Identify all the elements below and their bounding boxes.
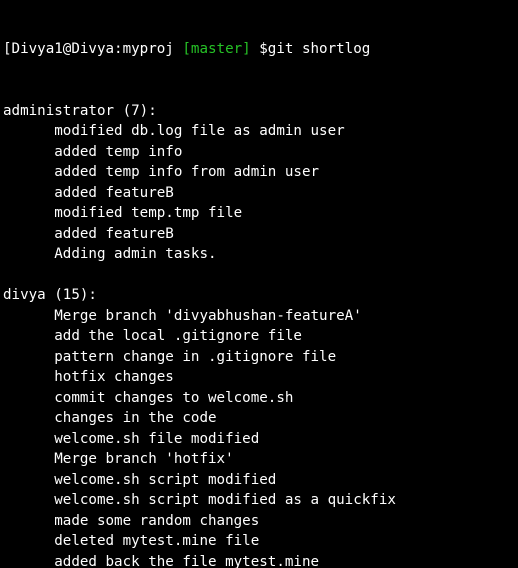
shortlog-commit-line: changes in the code [3, 410, 217, 426]
shortlog-commit-line: Merge branch 'hotfix' [3, 451, 234, 467]
shortlog-commit-line: added temp info from admin user [3, 164, 320, 180]
shortlog-commit-line: added featureB [3, 225, 174, 242]
shortlog-output: administrator (7): modified db.log file … [3, 101, 518, 568]
prompt-command: $git shortlog [250, 41, 371, 57]
shortlog-commit-line: modified db.log file as admin user [3, 123, 345, 139]
prompt-user-host-path: [Divya1@Divya:myproj [3, 41, 183, 57]
shortlog-author-header: divya (15): [3, 287, 97, 303]
terminal-window[interactable]: [Divya1@Divya:myproj [master] $git short… [0, 0, 518, 568]
shortlog-commit-line: pattern change in .gitignore file [3, 348, 337, 365]
shortlog-author-header: administrator (7): [3, 102, 157, 119]
shortlog-commit-line: welcome.sh script modified as a quickfix [3, 492, 396, 508]
prompt-git-branch: [master] [182, 41, 251, 57]
shortlog-commit-line: add the local .gitignore file [3, 328, 302, 344]
shortlog-commit-line: commit changes to welcome.sh [3, 389, 294, 406]
shortlog-commit-line: added back the file mytest.mine [3, 553, 320, 568]
shortlog-commit-line: Adding admin tasks. [3, 246, 217, 262]
shortlog-commit-line: made some random changes [3, 512, 260, 529]
shortlog-commit-line: hotfix changes [3, 369, 174, 385]
shortlog-commit-line: welcome.sh file modified [3, 430, 260, 447]
shortlog-commit-line: added featureB [3, 184, 174, 201]
shortlog-commit-line: deleted mytest.mine file [3, 533, 260, 549]
shortlog-commit-line: welcome.sh script modified [3, 471, 277, 488]
shortlog-commit-line: modified temp.tmp file [3, 205, 243, 221]
prompt-line: [Divya1@Divya:myproj [master] $git short… [3, 39, 518, 60]
shortlog-commit-line: added temp info [3, 143, 183, 160]
shortlog-commit-line: Merge branch 'divyabhushan-featureA' [3, 307, 362, 324]
